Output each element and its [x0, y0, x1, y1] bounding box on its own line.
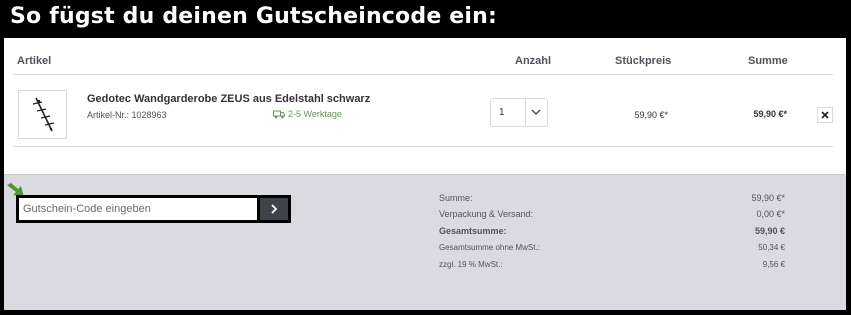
delivery-time-label: 2-5 Werktage: [288, 109, 342, 119]
column-header-total: Summe: [748, 55, 788, 67]
quantity-value: 1: [499, 107, 505, 118]
summary-net-total-label: Gesamtsumme ohne MwSt.:: [439, 243, 540, 252]
chevron-down-icon: [531, 109, 541, 116]
summary-subtotal-value: 59,90 €*: [751, 193, 785, 203]
quantity-divider: [525, 99, 526, 126]
product-thumbnail[interactable]: [18, 90, 67, 139]
column-header-article: Artikel: [17, 55, 52, 67]
coat-hook-image: [32, 97, 55, 132]
unit-price: 59,90 €*: [634, 110, 668, 120]
column-header-quantity: Anzahl: [515, 55, 552, 67]
banner-title: So fügst du deinen Gutscheincode ein:: [10, 4, 498, 29]
cart-footer: Summe: 59,90 €* Verpackung & Versand: 0,…: [4, 174, 846, 310]
item-divider: [13, 146, 833, 147]
voucher-submit-button[interactable]: [260, 198, 288, 220]
close-icon: [821, 111, 829, 119]
summary-grand-total-value: 59,90 €: [754, 226, 785, 236]
summary-vat-value: 9,56 €: [762, 260, 785, 269]
cart-table-header: Artikel Anzahl Stückpreis Summe: [4, 38, 846, 76]
chevron-right-icon: [271, 204, 278, 214]
summary-shipping-value: 0,00 €*: [756, 209, 785, 219]
voucher-form: [16, 195, 291, 223]
summary-subtotal-label: Summe:: [439, 193, 473, 203]
voucher-code-input[interactable]: [19, 198, 257, 220]
delivery-time: 2-5 Werktage: [273, 109, 342, 119]
summary-vat-label: zzgl. 19 % MwSt.:: [439, 260, 503, 269]
summary-shipping-label: Verpackung & Versand:: [439, 209, 534, 219]
product-sku: Artikel-Nr.: 1028963: [87, 110, 167, 120]
summary-net-total-value: 50,34 €: [758, 243, 785, 252]
remove-item-button[interactable]: [817, 107, 833, 123]
header-divider: [13, 74, 833, 75]
cart-panel: Artikel Anzahl Stückpreis Summe Gedotec …: [4, 38, 846, 310]
line-total: 59,90 €*: [753, 109, 787, 119]
instruction-banner: So fügst du deinen Gutscheincode ein:: [0, 0, 851, 38]
product-name[interactable]: Gedotec Wandgarderobe ZEUS aus Edelstahl…: [87, 93, 370, 105]
summary-grand-total-label: Gesamtsumme:: [439, 226, 507, 236]
truck-icon: [273, 110, 285, 118]
quantity-select[interactable]: 1: [490, 98, 548, 127]
column-header-unit-price: Stückpreis: [615, 55, 672, 67]
